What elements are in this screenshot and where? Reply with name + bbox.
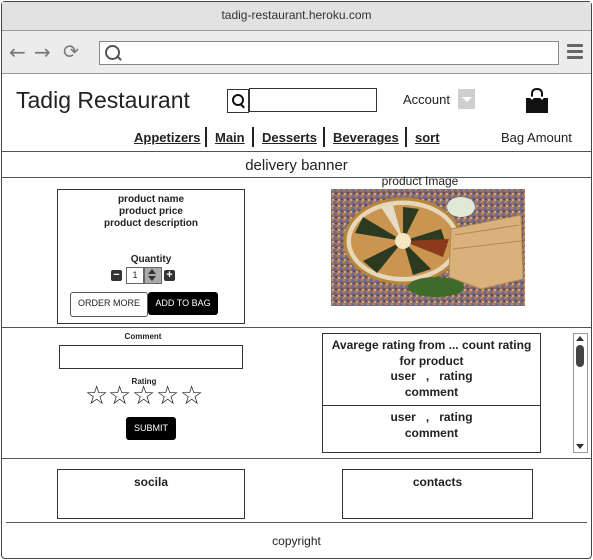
add-to-bag-button[interactable]: ADD TO BAG — [148, 292, 218, 315]
nav-main[interactable]: Main — [215, 130, 245, 145]
product-name: product name — [117, 194, 185, 205]
contacts-section: contacts — [342, 469, 533, 519]
quantity-label: Quantity — [130, 254, 172, 265]
contacts-title: contacts — [412, 475, 463, 489]
social-title: socila — [133, 475, 169, 489]
nav-appetizers[interactable]: Appetizers — [134, 130, 200, 145]
shopping-bag-icon[interactable] — [524, 88, 550, 114]
rating-summary-product: for product — [399, 354, 464, 368]
back-arrow-icon[interactable]: ← — [9, 42, 26, 62]
review-rating: rating — [439, 369, 473, 383]
product-image — [331, 189, 525, 306]
quantity-input[interactable]: 1 — [126, 267, 144, 284]
review-user: user — [390, 369, 416, 383]
bag-amount: Bag Amount — [501, 130, 572, 145]
divider — [2, 151, 591, 152]
social-section: socila — [57, 469, 245, 519]
review-comment: comment — [404, 426, 459, 440]
nav-desserts[interactable]: Desserts — [262, 130, 317, 145]
rating-star-icon[interactable]: ☆ — [108, 383, 131, 409]
rating-star-icon[interactable]: ☆ — [85, 383, 108, 409]
review-separator: , — [425, 369, 430, 383]
product-image-label: product Image — [381, 174, 459, 188]
copyright: copyright — [272, 534, 321, 548]
scroll-thumb[interactable] — [576, 345, 584, 367]
product-price: product price — [119, 206, 183, 217]
rating-summary: Avarege rating from ... count rating — [331, 338, 532, 352]
nav-sort[interactable]: sort — [415, 130, 440, 145]
quantity-spinner-icon[interactable] — [144, 267, 162, 284]
review-item: user , rating — [322, 410, 541, 424]
account-label[interactable]: Account — [403, 92, 450, 107]
brand-title[interactable]: Tadig Restaurant — [16, 87, 190, 114]
browser-title: tadig-restaurant.heroku.com — [2, 2, 591, 31]
rating-star-icon[interactable]: ☆ — [132, 383, 155, 409]
review-item: user , rating — [322, 369, 541, 383]
product-description: product description — [104, 218, 198, 229]
comment-label: Comment — [124, 332, 162, 341]
reviews-scrollbar[interactable] — [573, 333, 588, 453]
account-dropdown-icon[interactable] — [458, 89, 475, 109]
address-bar[interactable] — [99, 41, 559, 65]
site-search-button[interactable] — [227, 89, 249, 113]
reload-icon[interactable]: ⟳ — [63, 42, 79, 62]
delivery-banner: delivery banner — [245, 157, 348, 174]
divider — [2, 458, 591, 459]
divider — [6, 522, 587, 523]
site-search-input[interactable] — [249, 88, 377, 112]
divider — [2, 327, 591, 328]
review-separator: , — [425, 410, 430, 424]
scroll-down-icon[interactable] — [576, 444, 584, 449]
divider — [322, 405, 541, 406]
submit-button[interactable]: SUBMIT — [126, 417, 176, 440]
forward-arrow-icon[interactable]: → — [34, 42, 51, 62]
rating-star-icon[interactable]: ☆ — [180, 383, 203, 409]
scroll-up-icon[interactable] — [576, 336, 584, 341]
plus-icon[interactable]: + — [164, 270, 175, 281]
order-more-button[interactable]: ORDER MORE — [70, 292, 148, 317]
nav-beverages[interactable]: Beverages — [333, 130, 399, 145]
minus-icon[interactable]: − — [111, 270, 122, 281]
comment-input[interactable] — [59, 345, 243, 369]
rating-star-icon[interactable]: ☆ — [156, 383, 179, 409]
review-rating: rating — [439, 410, 473, 424]
review-user: user — [390, 410, 416, 424]
review-comment: comment — [404, 385, 459, 399]
